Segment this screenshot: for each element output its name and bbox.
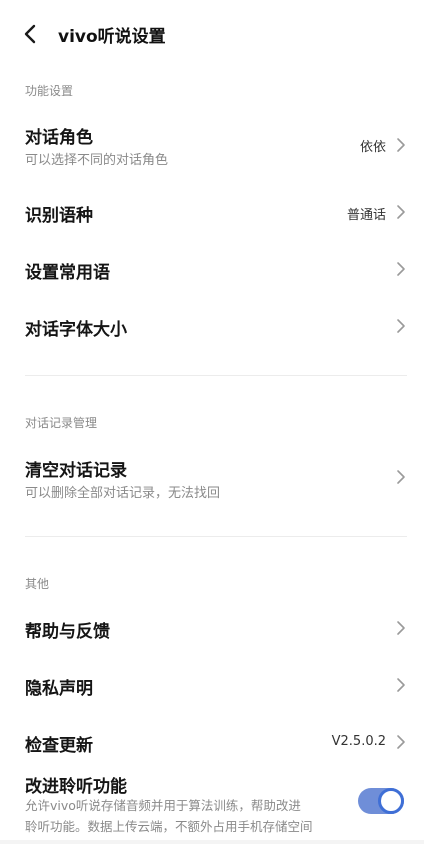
- chevron-right-icon: [396, 137, 406, 153]
- row-dialog-role[interactable]: 对话角色 可以选择不同的对话角色 依依: [0, 112, 424, 174]
- row-label: 改进聆听功能: [25, 777, 127, 797]
- bottom-edge: [0, 840, 424, 844]
- app-header: vivo听说设置: [0, 0, 424, 68]
- row-value: V2.5.0.2: [331, 734, 386, 749]
- row-label: 对话角色: [25, 128, 93, 148]
- chevron-right-icon: [396, 204, 406, 220]
- row-subtitle: 可以删除全部对话记录，无法找回: [25, 486, 221, 501]
- row-label: 帮助与反馈: [25, 622, 110, 642]
- row-common-phrases[interactable]: 设置常用语: [0, 245, 424, 293]
- page-title: vivo听说设置: [58, 27, 166, 47]
- row-subtitle: 可以选择不同的对话角色: [25, 153, 169, 168]
- chevron-right-icon: [396, 469, 406, 485]
- section-function-settings: 功能设置: [25, 84, 74, 98]
- chevron-right-icon: [396, 734, 406, 750]
- back-arrow-icon: [24, 24, 36, 44]
- row-check-update[interactable]: 检查更新 V2.5.0.2: [0, 718, 424, 766]
- chevron-right-icon: [396, 620, 406, 636]
- back-button[interactable]: [18, 20, 42, 48]
- row-recognition-language[interactable]: 识别语种 普通话: [0, 188, 424, 236]
- improve-listening-toggle[interactable]: [358, 788, 404, 814]
- row-subtitle-line2: 聆听功能。数据上传云端，不额外占用手机存储空间: [25, 819, 313, 834]
- section-divider: [25, 375, 407, 376]
- section-divider: [25, 536, 407, 537]
- chevron-right-icon: [396, 318, 406, 334]
- row-privacy-statement[interactable]: 隐私声明: [0, 661, 424, 709]
- row-label: 对话字体大小: [25, 320, 127, 340]
- row-label: 设置常用语: [25, 263, 110, 283]
- row-label: 隐私声明: [25, 679, 93, 699]
- row-dialog-font-size[interactable]: 对话字体大小: [0, 302, 424, 350]
- section-record-management: 对话记录管理: [25, 416, 98, 430]
- row-label: 识别语种: [25, 206, 93, 226]
- toggle-knob: [378, 788, 404, 814]
- row-value: 依依: [359, 140, 386, 155]
- row-clear-records[interactable]: 清空对话记录 可以删除全部对话记录，无法找回: [0, 444, 424, 508]
- chevron-right-icon: [396, 261, 406, 277]
- row-label: 清空对话记录: [25, 461, 127, 481]
- row-help-feedback[interactable]: 帮助与反馈: [0, 604, 424, 652]
- section-other: 其他: [25, 577, 50, 591]
- row-label: 检查更新: [25, 736, 93, 756]
- chevron-right-icon: [396, 677, 406, 693]
- row-value: 普通话: [346, 208, 386, 223]
- row-subtitle-line1: 允许vivo听说存储音频并用于算法训练，帮助改进: [25, 798, 301, 813]
